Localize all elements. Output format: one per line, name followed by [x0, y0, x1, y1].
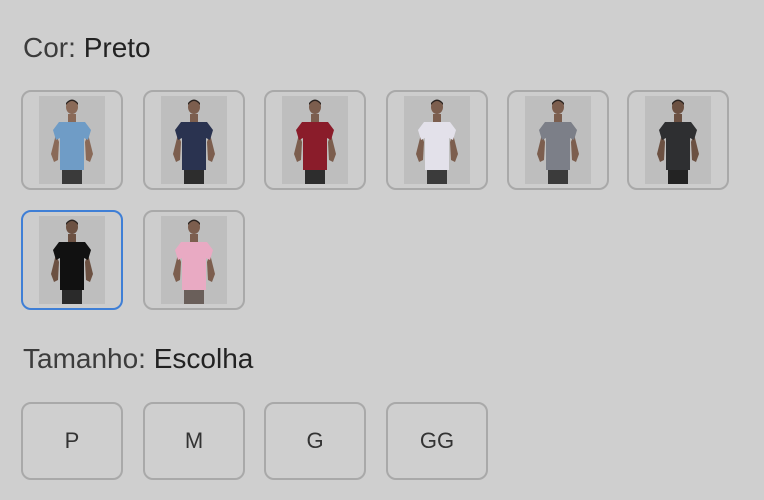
color-swatch-6[interactable] — [627, 90, 729, 190]
color-label: Cor: Preto — [23, 32, 151, 64]
color-swatch-image — [404, 96, 470, 184]
color-swatch-image — [39, 96, 105, 184]
size-option-gg[interactable]: GG — [386, 402, 488, 480]
color-swatch-image — [282, 96, 348, 184]
size-label: Tamanho: Escolha — [23, 343, 253, 375]
color-swatch-image — [161, 96, 227, 184]
color-swatch-image — [161, 216, 227, 304]
size-option-m[interactable]: M — [143, 402, 245, 480]
color-swatch-image — [39, 216, 105, 304]
color-swatch-4[interactable] — [386, 90, 488, 190]
color-swatch-8[interactable] — [143, 210, 245, 310]
size-option-g[interactable]: G — [264, 402, 366, 480]
color-swatch-2[interactable] — [143, 90, 245, 190]
color-label-key: Cor: — [23, 32, 76, 63]
size-option-p[interactable]: P — [21, 402, 123, 480]
color-swatch-image — [645, 96, 711, 184]
color-swatch-1[interactable] — [21, 90, 123, 190]
color-label-value: Preto — [83, 32, 151, 63]
color-swatch-5[interactable] — [507, 90, 609, 190]
color-swatch-7-selected[interactable] — [21, 210, 123, 310]
size-label-value: Escolha — [153, 343, 254, 374]
color-swatch-3[interactable] — [264, 90, 366, 190]
color-swatch-image — [525, 96, 591, 184]
size-label-key: Tamanho: — [23, 343, 146, 374]
